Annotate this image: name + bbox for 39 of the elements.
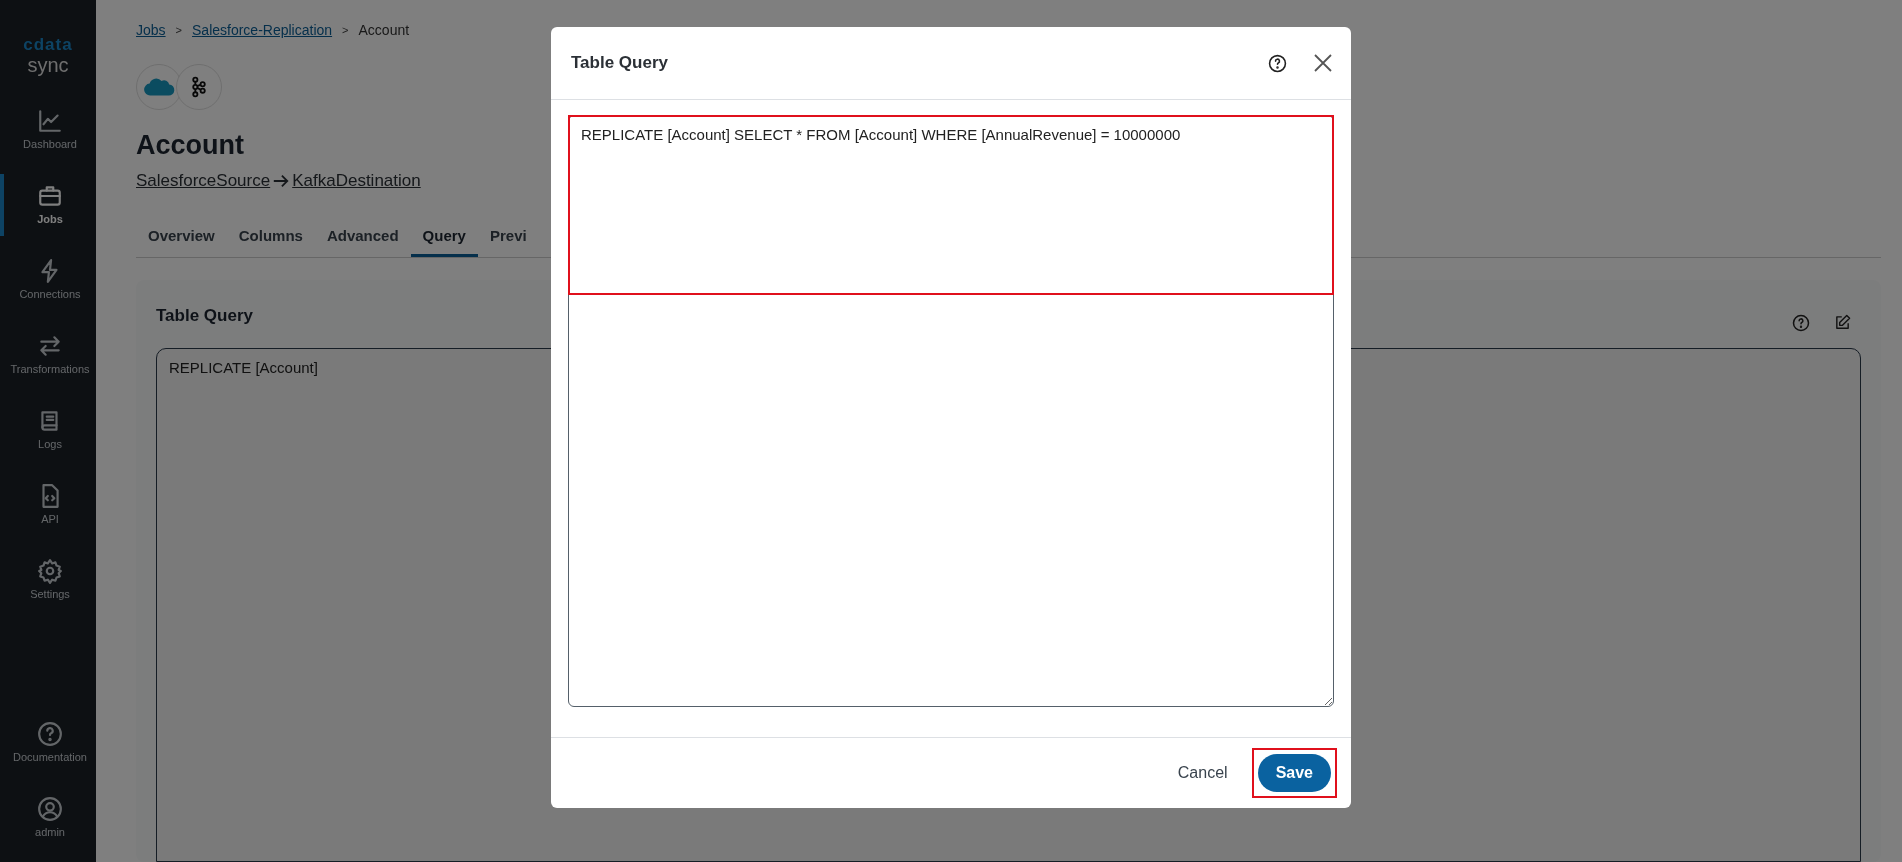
help-icon[interactable]	[1268, 53, 1287, 73]
breadcrumb-separator: >	[175, 24, 182, 36]
nav-item[interactable]: Documentation	[0, 712, 96, 774]
nav-item[interactable]: Jobs	[0, 174, 96, 236]
dialog-button[interactable]: Save	[1257, 754, 1331, 792]
user-icon	[37, 796, 63, 822]
card-title: Table Query	[156, 306, 253, 326]
arrow-icon	[272, 172, 291, 190]
tab[interactable]: Advanced	[314, 219, 411, 257]
logo-product: sync	[27, 53, 69, 77]
close-icon[interactable]	[1313, 53, 1333, 73]
tab[interactable]: Columns	[226, 219, 315, 257]
source-link[interactable]: SalesforceSource	[136, 171, 271, 191]
tab[interactable]: Overview	[136, 219, 227, 257]
breadcrumb-link[interactable]: Jobs	[136, 22, 166, 38]
gear-icon	[37, 558, 63, 584]
breadcrumb-separator: >	[342, 24, 349, 36]
help-icon	[37, 721, 63, 747]
nav-item[interactable]: Logs	[0, 399, 96, 461]
dialog-title: Table Query	[571, 53, 669, 73]
page-title: Account	[136, 130, 244, 161]
nav-item[interactable]: API	[0, 474, 96, 536]
logo-brand: cdata	[23, 36, 73, 53]
node-graph-icon	[176, 64, 222, 110]
chart-icon	[37, 108, 63, 134]
dialog-button[interactable]: Cancel	[1171, 763, 1234, 783]
edit-icon[interactable]	[1834, 314, 1851, 331]
breadcrumb-current: Account	[358, 22, 410, 38]
briefcase-icon	[37, 183, 63, 209]
breadcrumb-link[interactable]: Salesforce-Replication	[192, 22, 333, 38]
tab[interactable]: Query	[410, 219, 478, 257]
nav-item[interactable]: Connections	[0, 249, 96, 311]
swap-icon	[37, 333, 63, 359]
nav-item[interactable]: Settings	[0, 549, 96, 611]
tab[interactable]: Previ	[477, 219, 539, 257]
nav-item[interactable]: Dashboard	[0, 99, 96, 161]
destination-link[interactable]: KafkaDestination	[292, 171, 421, 191]
nav-item[interactable]: admin	[0, 787, 96, 849]
nav-item[interactable]: Transformations	[0, 324, 96, 386]
